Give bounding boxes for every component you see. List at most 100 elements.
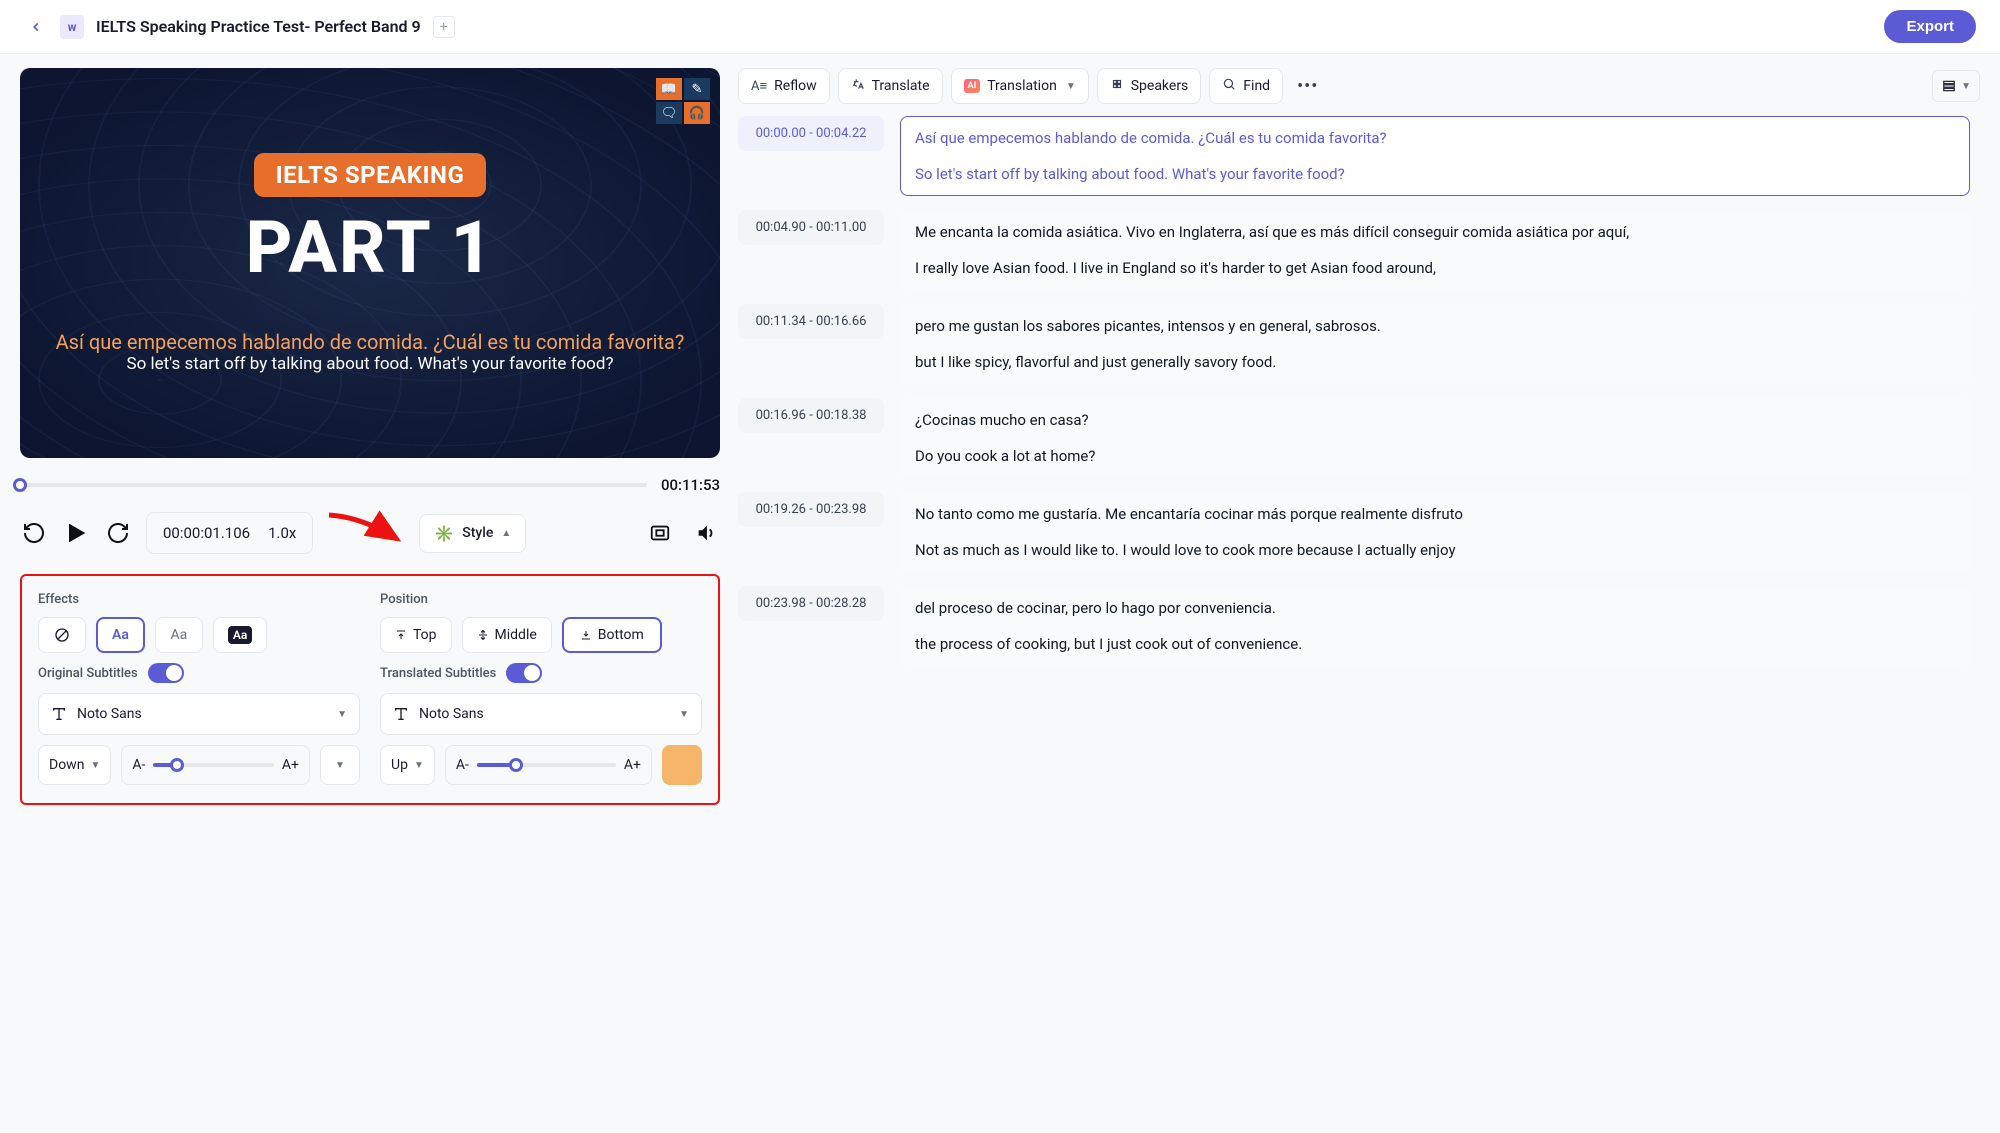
size-plus-label: A+ bbox=[624, 757, 641, 773]
ai-badge-icon: AI bbox=[964, 79, 981, 93]
segment-time[interactable]: 00:19.26 - 00:23.98 bbox=[738, 492, 884, 527]
play-button[interactable] bbox=[62, 519, 90, 547]
transcript-segments[interactable]: 00:00.00 - 00:04.22 Así que empecemos hab… bbox=[738, 116, 1980, 666]
translated-subtitles-toggle[interactable] bbox=[506, 663, 542, 683]
original-extra-select[interactable]: ▼ bbox=[320, 745, 360, 785]
original-font-select[interactable]: Noto Sans ▼ bbox=[38, 693, 360, 735]
segment-translated-text[interactable]: ¿Cocinas mucho en casa? bbox=[915, 411, 1955, 429]
video-big-title: PART 1 bbox=[246, 205, 494, 290]
style-panel: Effects Aa Aa Aa Original Subtitles bbox=[20, 574, 720, 805]
reflow-icon: A≡ bbox=[751, 78, 767, 94]
translated-font-select[interactable]: Noto Sans ▼ bbox=[380, 693, 702, 735]
reflow-button[interactable]: A≡ Reflow bbox=[738, 68, 830, 104]
segment-time[interactable]: 00:00.00 - 00:04.22 bbox=[738, 116, 884, 151]
font-icon bbox=[393, 706, 409, 722]
badge-pen-icon: ✎ bbox=[684, 78, 710, 100]
original-direction-value: Down bbox=[49, 757, 84, 773]
position-top-button[interactable]: Top bbox=[380, 617, 452, 653]
segment-original-text[interactable]: I really love Asian food. I live in Engl… bbox=[915, 259, 1955, 277]
rewind-button[interactable] bbox=[20, 519, 48, 547]
document-title: IELTS Speaking Practice Test- Perfect Ba… bbox=[96, 17, 421, 36]
translated-direction-select[interactable]: Up ▼ bbox=[380, 745, 435, 785]
find-button[interactable]: Find bbox=[1209, 68, 1283, 104]
back-button[interactable] bbox=[24, 15, 48, 39]
segment-original-text[interactable]: but I like spicy, flavorful and just gen… bbox=[915, 353, 1955, 371]
original-direction-select[interactable]: Down ▼ bbox=[38, 745, 111, 785]
segment-body[interactable]: del proceso de cocinar, pero lo hago por… bbox=[900, 586, 1970, 666]
search-icon bbox=[1222, 77, 1236, 95]
style-button-label: Style bbox=[462, 525, 493, 541]
segment-row[interactable]: 00:04.90 - 00:11.00 Me encanta la comida … bbox=[738, 210, 1970, 290]
segment-translated-text[interactable]: Me encanta la comida asiática. Vivo en I… bbox=[915, 223, 1955, 241]
translated-size-slider[interactable]: A- A+ bbox=[445, 745, 652, 785]
segment-row[interactable]: 00:00.00 - 00:04.22 Así que empecemos hab… bbox=[738, 116, 1970, 196]
progress-thumb[interactable] bbox=[13, 478, 27, 492]
segment-time[interactable]: 00:16.96 - 00:18.38 bbox=[738, 398, 884, 433]
size-minus-label: A- bbox=[132, 757, 145, 773]
segment-time[interactable]: 00:23.98 - 00:28.28 bbox=[738, 586, 884, 621]
translate-label: Translate bbox=[872, 78, 930, 94]
segment-row[interactable]: 00:19.26 - 00:23.98 No tanto como me gust… bbox=[738, 492, 1970, 572]
badge-headphones-icon: 🎧 bbox=[684, 102, 710, 124]
original-size-slider[interactable]: A- A+ bbox=[121, 745, 310, 785]
top-bar: w IELTS Speaking Practice Test- Perfect … bbox=[0, 0, 2000, 54]
segment-original-text[interactable]: Not as much as I would like to. I would … bbox=[915, 541, 1955, 559]
segment-row[interactable]: 00:11.34 - 00:16.66 pero me gustan los sa… bbox=[738, 304, 1970, 384]
segment-row[interactable]: 00:23.98 - 00:28.28 del proceso de cocina… bbox=[738, 586, 1970, 666]
subtitle-translated: Así que empecemos hablando de comida. ¿C… bbox=[56, 330, 685, 354]
view-toggle[interactable]: ▼ bbox=[1932, 70, 1980, 102]
size-minus-label: A- bbox=[456, 757, 469, 773]
slider-thumb[interactable] bbox=[509, 758, 523, 772]
chevron-down-icon: ▼ bbox=[1066, 81, 1076, 92]
segment-original-text[interactable]: Do you cook a lot at home? bbox=[915, 447, 1955, 465]
segment-translated-text[interactable]: pero me gustan los sabores picantes, int… bbox=[915, 317, 1955, 335]
video-preview[interactable]: 📖 ✎ 🗨 🎧 IELTS SPEAKING PART 1 Así que em… bbox=[20, 68, 720, 458]
effect-none-button[interactable] bbox=[38, 617, 86, 653]
segment-row[interactable]: 00:16.96 - 00:18.38 ¿Cocinas mucho en cas… bbox=[738, 398, 1970, 478]
more-button[interactable]: ••• bbox=[1291, 76, 1324, 97]
segment-body[interactable]: Me encanta la comida asiática. Vivo en I… bbox=[900, 210, 1970, 290]
document-icon: w bbox=[60, 15, 84, 39]
add-tab-button[interactable]: + bbox=[433, 16, 455, 38]
segment-translated-text[interactable]: No tanto como me gustaría. Me encantaría… bbox=[915, 505, 1955, 523]
chevron-down-icon: ▼ bbox=[335, 760, 345, 771]
segment-time[interactable]: 00:11.34 - 00:16.66 bbox=[738, 304, 884, 339]
speakers-icon bbox=[1110, 77, 1124, 95]
segment-translated-text[interactable]: del proceso de cocinar, pero lo hago por… bbox=[915, 599, 1955, 617]
forward-button[interactable] bbox=[104, 519, 132, 547]
volume-button[interactable] bbox=[692, 519, 720, 547]
position-middle-button[interactable]: Middle bbox=[462, 617, 552, 653]
translation-dropdown[interactable]: AI Translation ▼ bbox=[951, 68, 1089, 104]
list-view-icon bbox=[1941, 79, 1957, 93]
segment-original-text[interactable]: the process of cooking, but I just cook … bbox=[915, 635, 1955, 653]
segment-time[interactable]: 00:04.90 - 00:11.00 bbox=[738, 210, 884, 245]
original-subtitles-label: Original Subtitles bbox=[38, 666, 138, 681]
slider-thumb[interactable] bbox=[170, 758, 184, 772]
chevron-up-icon: ▲ bbox=[501, 528, 511, 539]
style-button[interactable]: ✳️ Style ▲ bbox=[419, 514, 526, 553]
effects-section: Effects Aa Aa Aa Original Subtitles bbox=[38, 592, 360, 785]
speakers-button[interactable]: Speakers bbox=[1097, 68, 1202, 104]
position-middle-label: Middle bbox=[495, 627, 537, 643]
transcript-toolbar: A≡ Reflow Translate AI Translation ▼ Spe… bbox=[738, 68, 1980, 104]
segment-original-text[interactable]: So let's start off by talking about food… bbox=[915, 165, 1955, 183]
position-bottom-button[interactable]: Bottom bbox=[562, 617, 662, 653]
segment-body[interactable]: No tanto como me gustaría. Me encantaría… bbox=[900, 492, 1970, 572]
right-panel: A≡ Reflow Translate AI Translation ▼ Spe… bbox=[738, 68, 1980, 805]
effects-label: Effects bbox=[38, 592, 360, 607]
time-speed-input[interactable]: 00:00:01.106 1.0x bbox=[146, 512, 313, 554]
segment-body[interactable]: ¿Cocinas mucho en casa? Do you cook a lot… bbox=[900, 398, 1970, 478]
effect-boxed-button[interactable]: Aa bbox=[213, 617, 267, 653]
progress-bar[interactable] bbox=[20, 483, 647, 487]
translate-button[interactable]: Translate bbox=[838, 68, 943, 104]
style-icon: ✳️ bbox=[434, 524, 454, 543]
effect-outline-button[interactable]: Aa bbox=[96, 617, 145, 653]
segment-body[interactable]: Así que empecemos hablando de comida. ¿C… bbox=[900, 116, 1970, 196]
effect-plain-button[interactable]: Aa bbox=[155, 617, 203, 653]
original-subtitles-toggle[interactable] bbox=[148, 663, 184, 683]
translated-color-picker[interactable] bbox=[662, 745, 702, 785]
export-button[interactable]: Export bbox=[1884, 10, 1976, 43]
fullscreen-button[interactable] bbox=[646, 519, 674, 547]
segment-body[interactable]: pero me gustan los sabores picantes, int… bbox=[900, 304, 1970, 384]
segment-translated-text[interactable]: Así que empecemos hablando de comida. ¿C… bbox=[915, 129, 1955, 147]
